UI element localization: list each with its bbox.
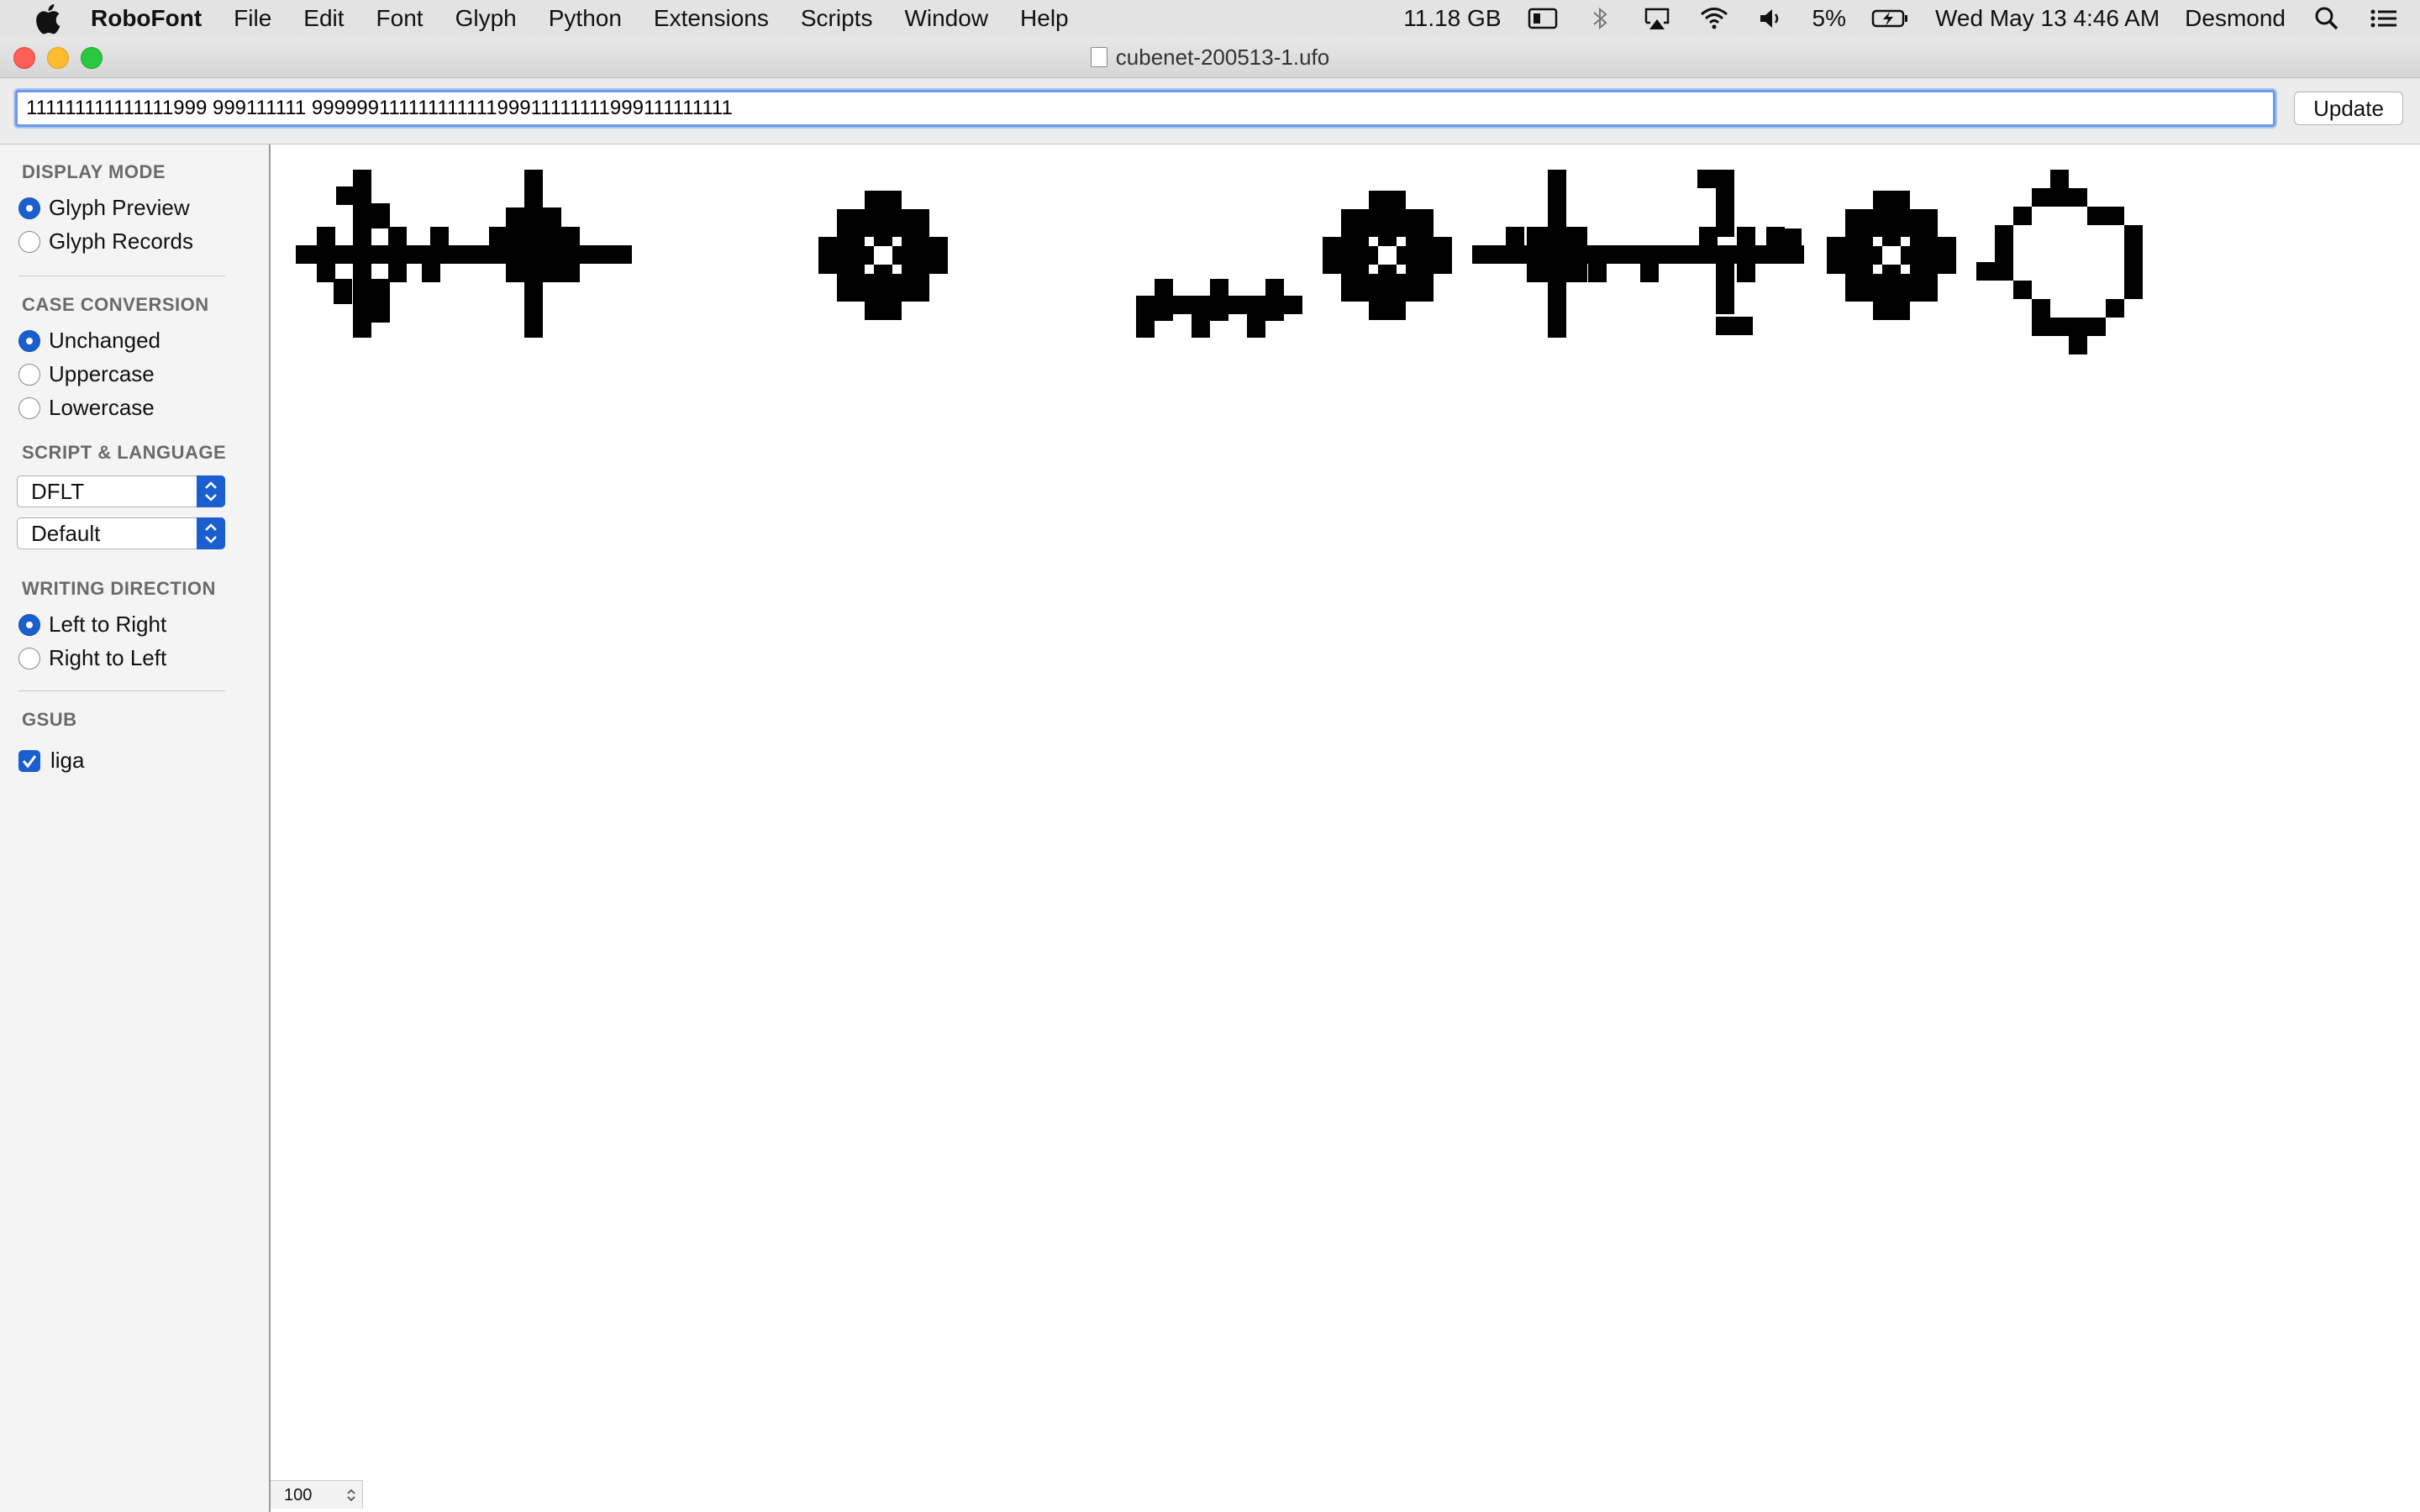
zoom-stepper-icon[interactable] (345, 1488, 357, 1503)
radio-uppercase[interactable]: Uppercase (18, 361, 155, 387)
menu-scripts[interactable]: Scripts (801, 5, 873, 32)
glyph-group-3 (1136, 279, 1302, 338)
window-title: cubenet-200513-1.ufo (0, 37, 2420, 77)
divider (18, 690, 225, 691)
menu-window[interactable]: Window (904, 5, 988, 32)
bluetooth-icon[interactable] (1584, 4, 1616, 33)
glyph-group-6 (1827, 191, 1956, 320)
menu-glyph[interactable]: Glyph (455, 5, 517, 32)
wifi-icon[interactable] (1698, 4, 1730, 33)
radio-icon[interactable] (18, 396, 40, 419)
options-sidebar: DISPLAY MODE Glyph Preview Glyph Records… (0, 144, 271, 1512)
radio-selected-icon[interactable] (18, 613, 40, 636)
radio-right-to-left[interactable]: Right to Left (18, 645, 166, 671)
radio-label: Lowercase (49, 395, 155, 420)
zoom-field[interactable]: 100 (271, 1480, 363, 1509)
script-select[interactable]: DFLT (17, 475, 225, 507)
user-name[interactable]: Desmond (2185, 5, 2286, 32)
memory-status[interactable]: 11.18 GB (1403, 5, 1501, 32)
battery-percent[interactable]: 5% (1812, 5, 1846, 32)
radio-selected-icon[interactable] (18, 197, 40, 219)
radio-label: Uppercase (49, 361, 155, 386)
writing-direction-title: WRITING DIRECTION (22, 578, 216, 599)
radio-left-to-right[interactable]: Left to Right (18, 612, 166, 638)
language-select-value: Default (31, 521, 101, 546)
radio-glyph-preview[interactable]: Glyph Preview (18, 195, 190, 221)
volume-icon[interactable] (1755, 4, 1787, 33)
glyph-preview-canvas[interactable] (271, 144, 2420, 1512)
radio-icon[interactable] (18, 230, 40, 253)
script-select-value: DFLT (31, 479, 85, 504)
menu-edit[interactable]: Edit (303, 5, 344, 32)
status-area: 11.18 GB 5% Wed May 13 4:46 AM Desmond (1403, 0, 2400, 37)
menu-python[interactable]: Python (549, 5, 622, 32)
updown-arrows-icon (197, 475, 225, 507)
window-title-bar: cubenet-200513-1.ufo (0, 37, 2420, 78)
menu-file[interactable]: File (234, 5, 271, 32)
toolbar: Update (0, 78, 2420, 144)
case-conversion-title: CASE CONVERSION (22, 294, 209, 315)
notification-center-icon[interactable] (2368, 4, 2400, 33)
radio-label: Right to Left (49, 645, 167, 670)
radio-label: Glyph Preview (49, 195, 190, 220)
checkbox-checked-icon[interactable] (18, 749, 40, 772)
battery-charging-icon[interactable] (1871, 4, 1910, 33)
glyph-group-5 (1472, 170, 1804, 338)
language-select[interactable]: Default (17, 517, 225, 549)
radio-unchanged[interactable]: Unchanged (18, 328, 160, 354)
airplay-icon[interactable] (1641, 4, 1673, 33)
radio-selected-icon[interactable] (18, 329, 40, 352)
radio-label: Unchanged (49, 328, 160, 353)
checkbox-label: liga (50, 748, 85, 773)
radio-glyph-records[interactable]: Glyph Records (18, 228, 193, 255)
script-language-title: SCRIPT & LANGUAGE (22, 442, 227, 463)
display-icon[interactable] (1527, 4, 1559, 33)
apple-logo-icon[interactable] (30, 2, 64, 35)
radio-label: Glyph Records (49, 228, 193, 254)
glyph-group-7 (1976, 170, 2143, 354)
menu-font[interactable]: Font (376, 5, 424, 32)
radio-lowercase[interactable]: Lowercase (18, 395, 155, 421)
glyph-text-input[interactable] (15, 90, 2275, 127)
update-button[interactable]: Update (2294, 92, 2403, 125)
menu-extensions[interactable]: Extensions (654, 5, 769, 32)
glyph-group-4 (1323, 191, 1452, 320)
glyph-group-2 (818, 191, 948, 320)
gsub-title: GSUB (22, 709, 77, 730)
glyph-preview-drawing (296, 170, 2143, 354)
menu-help[interactable]: Help (1020, 5, 1069, 32)
menu-bar: RoboFont File Edit Font Glyph Python Ext… (0, 0, 2420, 38)
display-mode-title: DISPLAY MODE (22, 161, 166, 182)
clock[interactable]: Wed May 13 4:46 AM (1935, 5, 2160, 32)
menu-app-name[interactable]: RoboFont (91, 5, 202, 32)
radio-icon[interactable] (18, 647, 40, 669)
radio-label: Left to Right (49, 612, 167, 637)
radio-icon[interactable] (18, 363, 40, 386)
updown-arrows-icon (197, 517, 225, 549)
document-icon (1090, 47, 1107, 68)
window-title-text: cubenet-200513-1.ufo (1115, 45, 1330, 70)
spotlight-search-icon[interactable] (2311, 4, 2343, 33)
checkbox-liga[interactable]: liga (18, 748, 84, 774)
glyph-group-1 (296, 170, 632, 338)
zoom-value: 100 (284, 1486, 313, 1504)
